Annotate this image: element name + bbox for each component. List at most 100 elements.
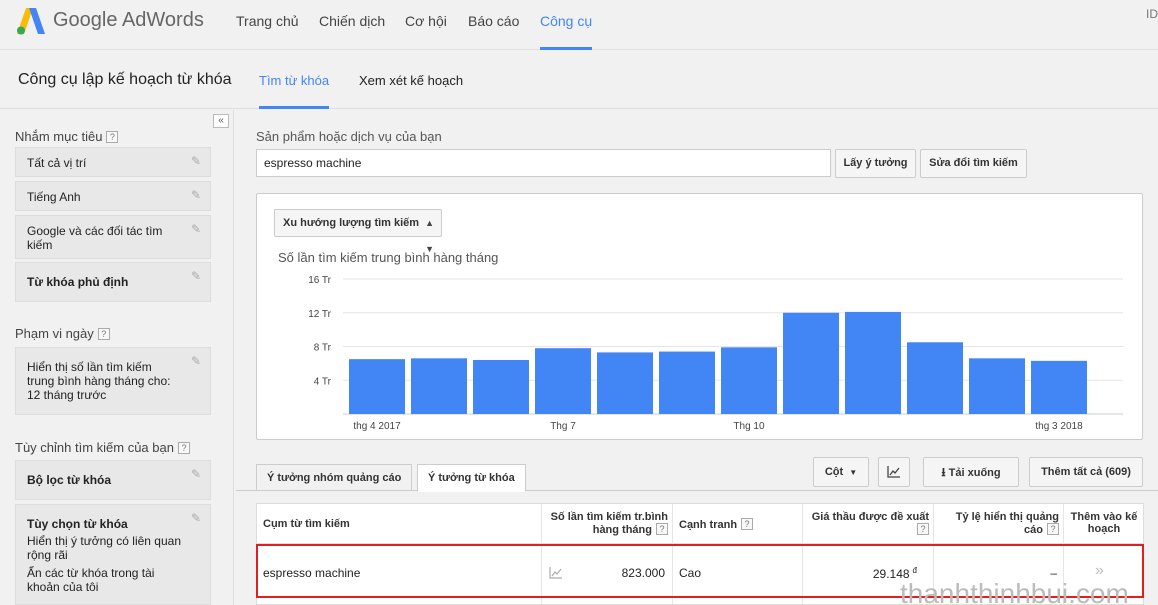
col-competition[interactable]: Cạnh tranh? <box>679 518 754 531</box>
help-icon[interactable]: ? <box>106 131 119 143</box>
chart-bar <box>535 348 591 414</box>
download-icon: ⭳ <box>941 465 946 479</box>
nav-tools[interactable]: Công cụ <box>540 13 593 50</box>
keyword-filter-label: Bộ lọc từ khóa <box>27 473 112 487</box>
pencil-icon[interactable]: ✎ <box>191 355 203 367</box>
caret-down-icon: ▼ <box>849 468 858 477</box>
chart-title: Số lần tìm kiếm trung bình hàng tháng <box>278 250 499 265</box>
nav-home[interactable]: Trang chủ <box>236 13 299 50</box>
collapse-sidebar-button[interactable]: « <box>213 114 229 128</box>
chart-bar <box>721 347 777 414</box>
page-title: Công cụ lập kế hoạch từ khóa <box>18 71 232 88</box>
modify-search-button[interactable]: Sửa đổi tìm kiếm <box>920 149 1027 178</box>
col-keyword[interactable]: Cụm từ tìm kiếm <box>263 518 350 530</box>
chart-bar <box>597 352 653 414</box>
tab-find-keywords[interactable]: Tìm từ khóa <box>259 73 330 109</box>
col-ad-share-line1: Tỷ lệ hiển thị quảng <box>955 511 1059 523</box>
tab-keyword-ideas[interactable]: Ý tưởng từ khóa <box>417 464 526 492</box>
date-range-text: Hiển thị số lần tìm kiếm trung bình hàng… <box>27 360 171 402</box>
language-target-label: Tiếng Anh <box>27 190 81 204</box>
negative-keywords[interactable]: Từ khóa phủ định ✎ <box>15 262 211 302</box>
chart-bar <box>783 312 839 414</box>
pencil-icon[interactable]: ✎ <box>191 223 203 235</box>
add-all-button[interactable]: Thêm tất cả (609) <box>1029 457 1143 487</box>
download-button[interactable]: ⭳ Tải xuống <box>923 457 1019 487</box>
negative-keywords-label: Từ khóa phủ định <box>27 275 129 289</box>
columns-button-label: Cột <box>824 466 844 478</box>
pencil-icon[interactable]: ✎ <box>191 189 203 201</box>
keyword-filter[interactable]: Bộ lọc từ khóa ✎ <box>15 460 211 500</box>
search-label: Sản phẩm hoặc dịch vụ của bạn <box>256 129 442 144</box>
keyword-options-title: Tùy chọn từ khóa <box>27 517 128 531</box>
date-range-box[interactable]: Hiển thị số lần tìm kiếm trung bình hàng… <box>15 347 211 415</box>
chart-bar <box>907 342 963 414</box>
x-tick-label: Thg 7 <box>550 421 576 432</box>
get-ideas-button[interactable]: Lấy ý tưởng <box>835 149 916 178</box>
location-target[interactable]: Tất cả vị trí ✎ <box>15 147 211 177</box>
date-range-heading: Phạm vi ngày? <box>15 326 110 341</box>
product-search-input[interactable] <box>256 149 831 177</box>
col-avg-searches-line1: Số lần tìm kiếm tr.bình <box>550 511 668 523</box>
help-icon[interactable]: ? <box>97 328 110 340</box>
brand-name[interactable]: Google AdWords <box>53 9 204 32</box>
nav-campaigns[interactable]: Chiến dịch <box>319 13 385 50</box>
pencil-icon[interactable]: ✎ <box>191 270 203 282</box>
line-chart-icon <box>887 466 900 478</box>
search-volume-chart-card: 4 Tr 8 Tr 12 Tr 16 Tr thg 4 2017 Thg 7 Thg 10 t… <box>256 193 1143 440</box>
watermark: thanhthinhbui.com <box>900 578 1129 605</box>
col-ad-impression-share[interactable]: Tỷ lệ hiển thị quảng cáo? <box>941 511 1059 536</box>
help-icon[interactable]: ? <box>1047 523 1059 535</box>
chart-bar <box>659 351 715 414</box>
help-icon[interactable]: ? <box>917 523 929 535</box>
location-target-label: Tất cả vị trí <box>27 156 87 170</box>
chart-bar <box>1031 360 1087 414</box>
pencil-icon[interactable]: ✎ <box>191 512 203 524</box>
customize-heading: Tùy chỉnh tìm kiếm của bạn? <box>15 440 190 455</box>
nav-opportunities[interactable]: Cơ hội <box>405 13 447 50</box>
network-target[interactable]: Google và các đối tác tìm kiếm ✎ <box>15 215 211 259</box>
help-icon[interactable]: ? <box>656 523 668 535</box>
col-ad-share-line2: cáo <box>1024 524 1043 536</box>
targeting-heading-label: Nhắm mục tiêu <box>15 129 103 144</box>
columns-button[interactable]: Cột ▼ <box>813 457 869 487</box>
chart-bar <box>411 358 467 414</box>
col-suggested-bid[interactable]: Giá thầu được đề xuất ? <box>805 511 929 536</box>
trend-selector[interactable]: Xu hướng lượng tìm kiếm ▲ ▼ <box>274 209 442 254</box>
tab-review-plan[interactable]: Xem xét kế hoạch <box>359 73 463 109</box>
col-add-line2: hoạch <box>1087 523 1121 535</box>
chart-bar <box>969 358 1025 414</box>
col-avg-searches[interactable]: Số lần tìm kiếm tr.bình hàng tháng? <box>543 511 668 536</box>
col-add-to-plan[interactable]: Thêm vào kế hoạch <box>1067 511 1141 535</box>
x-tick-label: thg 3 2018 <box>1035 421 1083 432</box>
col-competition-label: Cạnh tranh <box>679 519 738 531</box>
pencil-icon[interactable]: ✎ <box>191 468 203 480</box>
help-icon[interactable]: ? <box>741 518 754 530</box>
tab-ad-group-ideas[interactable]: Ý tưởng nhóm quảng cáo <box>256 464 413 491</box>
col-add-line1: Thêm vào kế <box>1070 511 1138 523</box>
download-button-label: Tải xuống <box>948 467 1001 479</box>
table-header: Cụm từ tìm kiếm Số lần tìm kiếm tr.bình … <box>257 504 1143 544</box>
account-id: ID <box>1146 7 1158 21</box>
y-tick-label: 12 Tr <box>308 309 331 320</box>
nav-reports[interactable]: Báo cáo <box>468 13 519 50</box>
pencil-icon[interactable]: ✎ <box>191 155 203 167</box>
language-target[interactable]: Tiếng Anh ✎ <box>15 181 211 211</box>
chart-toggle-button[interactable] <box>878 457 910 487</box>
help-icon[interactable]: ? <box>177 442 190 454</box>
top-navigation-bar: Google AdWords Trang chủ Chiến dịch Cơ h… <box>0 0 1158 50</box>
keyword-options[interactable]: Tùy chọn từ khóa Hiển thị ý tưởng có liê… <box>15 504 211 605</box>
y-tick-label: 8 Tr <box>314 343 332 354</box>
network-target-label: Google và các đối tác tìm kiếm <box>27 224 163 252</box>
col-avg-searches-line2: hàng tháng <box>592 524 652 536</box>
chart-bar <box>473 360 529 414</box>
x-tick-label: thg 4 2017 <box>353 421 401 432</box>
chart-bar <box>845 311 901 414</box>
keyword-options-broad: Hiển thị ý tưởng có liên quan rộng rãi <box>27 534 181 562</box>
date-range-heading-label: Phạm vi ngày <box>15 326 94 341</box>
targeting-heading: Nhắm mục tiêu? <box>15 129 119 144</box>
col-suggested-bid-line1: Giá thầu được đề xuất <box>811 511 929 523</box>
keyword-options-hide: Ẩn các từ khóa trong tài khoản của tôi <box>27 566 155 594</box>
adwords-logo-icon[interactable] <box>16 6 46 36</box>
customize-heading-label: Tùy chỉnh tìm kiếm của bạn <box>15 440 174 455</box>
sidebar: « Nhắm mục tiêu? Tất cả vị trí ✎ Tiếng A… <box>0 110 234 605</box>
